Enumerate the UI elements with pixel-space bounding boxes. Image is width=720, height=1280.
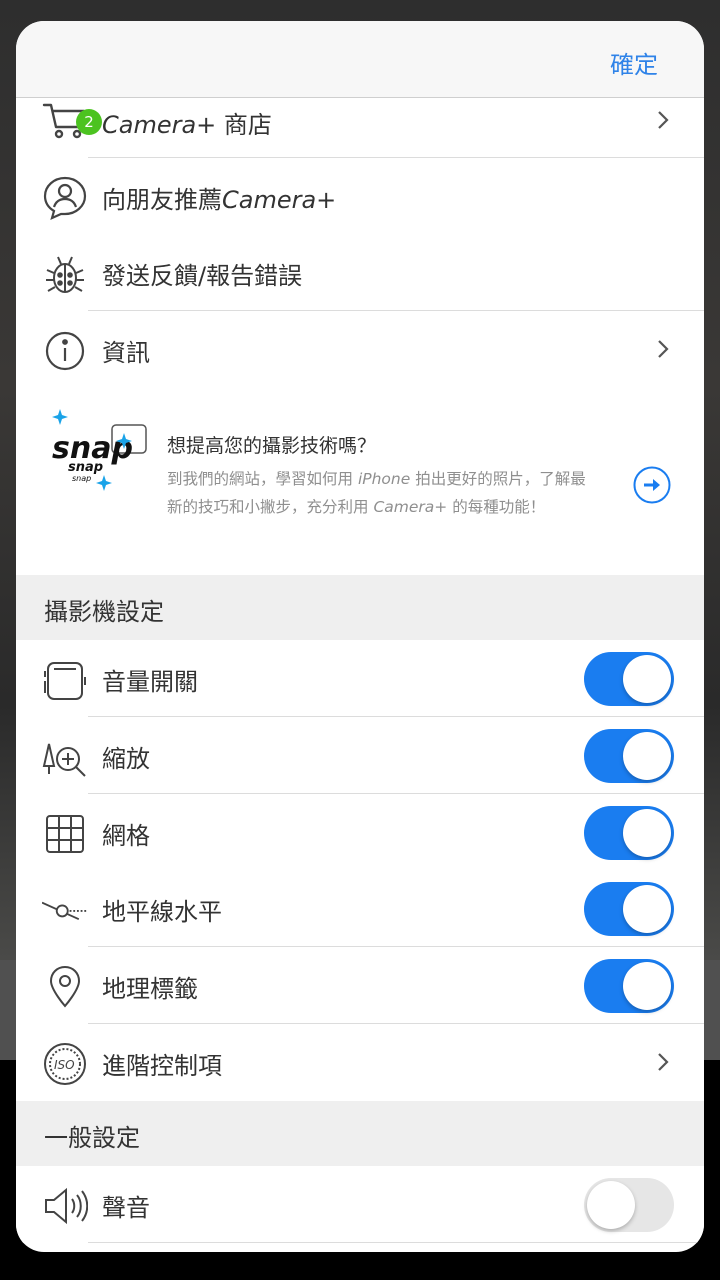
- horizon-level-label: 地平線水平: [102, 898, 222, 926]
- sound-toggle[interactable]: [584, 1178, 674, 1232]
- volume-switch-label: 音量開關: [102, 668, 198, 696]
- phone-volume-icon: [42, 657, 88, 703]
- advanced-controls-label: 進階控制項: [102, 1052, 222, 1080]
- person-chat-icon: [42, 175, 88, 221]
- grid-label: 網格: [102, 822, 150, 850]
- settings-sheet: Camera+ 商店 2 向朋友推薦Camera+ 發送反饋/報告錯誤 資訊 s…: [16, 21, 704, 1252]
- feedback-row[interactable]: 發送反饋/報告錯誤: [16, 234, 704, 311]
- speaker-icon: [42, 1183, 88, 1229]
- recommend-label: 向朋友推薦Camera+: [102, 186, 337, 214]
- store-label: Camera+ 商店: [102, 111, 272, 139]
- volume-switch-toggle[interactable]: [584, 652, 674, 706]
- info-icon: [42, 328, 88, 374]
- settings-scroll[interactable]: Camera+ 商店 2 向朋友推薦Camera+ 發送反饋/報告錯誤 資訊 s…: [16, 21, 704, 1252]
- iso-icon: ISO: [42, 1041, 88, 1087]
- chevron-right-icon: [658, 340, 669, 358]
- snap-promo[interactable]: snap snap snap 想提高您的攝影技術嗎？ 到我們的網站，學習如何用 …: [16, 387, 704, 575]
- volume-switch-row: 音量開關: [16, 640, 704, 717]
- zoom-toggle[interactable]: [584, 729, 674, 783]
- zoom-row: 縮放: [16, 717, 704, 794]
- camera-settings-header: 攝影機設定: [16, 575, 704, 640]
- geotag-row: 地理標籤: [16, 947, 704, 1024]
- location-pin-icon: [42, 964, 88, 1010]
- svg-text:snap: snap: [68, 460, 103, 475]
- sound-row: 聲音: [16, 1166, 704, 1243]
- snap-logo-icon: snap snap snap: [52, 409, 147, 491]
- geotag-toggle[interactable]: [584, 959, 674, 1013]
- info-row[interactable]: 資訊: [16, 311, 704, 388]
- chevron-right-icon: [658, 111, 669, 129]
- grid-row: 網格: [16, 794, 704, 871]
- grid-icon: [42, 811, 88, 857]
- promo-title: 想提高您的攝影技術嗎？: [167, 435, 377, 457]
- sound-label: 聲音: [102, 1194, 150, 1222]
- recommend-row[interactable]: 向朋友推薦Camera+: [16, 158, 704, 235]
- chevron-right-icon: [658, 1053, 669, 1071]
- promo-body: 到我們的網站，學習如何用 iPhone 拍出更好的照片，了解最新的技巧和小撇步，…: [167, 470, 586, 516]
- zoom-icon: [42, 734, 88, 780]
- general-settings-header: 一般設定: [16, 1101, 704, 1166]
- horizon-level-row: 地平線水平: [16, 870, 704, 947]
- svg-text:snap: snap: [72, 474, 91, 483]
- done-button[interactable]: 確定: [610, 45, 658, 80]
- bug-icon: [42, 251, 88, 297]
- advanced-controls-row[interactable]: ISO 進階控制項: [16, 1024, 704, 1101]
- zoom-label: 縮放: [102, 745, 150, 773]
- info-label: 資訊: [102, 339, 150, 367]
- feedback-label: 發送反饋/報告錯誤: [102, 262, 303, 290]
- sheet-header: 確定: [16, 21, 704, 98]
- horizon-level-toggle[interactable]: [584, 882, 674, 936]
- horizon-level-icon: [42, 887, 88, 933]
- svg-text:ISO: ISO: [54, 1058, 75, 1072]
- store-badge: 2: [76, 109, 102, 135]
- arrow-right-circle-icon[interactable]: [632, 465, 672, 505]
- geotag-label: 地理標籤: [102, 975, 198, 1003]
- grid-toggle[interactable]: [584, 806, 674, 860]
